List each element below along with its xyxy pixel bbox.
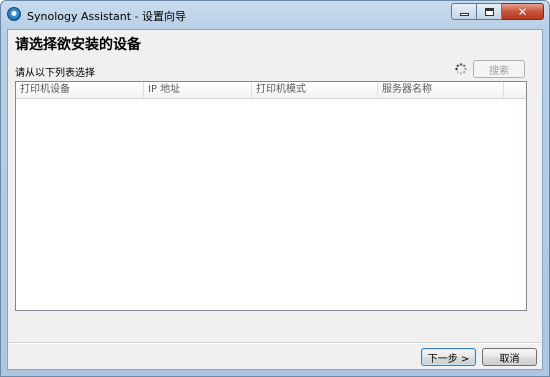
column-header-server-name[interactable]: 服务器名称 [378, 82, 504, 98]
wizard-content: 请选择欲安装的设备 请从以下列表选择 搜索 打印机设备 IP 地址 打印机模式 … [7, 29, 543, 370]
window-title: Synology Assistant - 设置向导 [27, 10, 187, 23]
maximize-icon [484, 7, 494, 16]
column-header-ip-address[interactable]: IP 地址 [144, 82, 252, 98]
minimize-button[interactable] [451, 3, 477, 20]
printer-device-list[interactable]: 打印机设备 IP 地址 打印机模式 服务器名称 [15, 81, 527, 311]
close-icon: ✕ [517, 4, 528, 19]
cancel-button[interactable]: 取消 [482, 348, 537, 366]
title-bar[interactable]: Synology Assistant - 设置向导 ✕ [1, 1, 549, 29]
footer-divider [8, 342, 542, 344]
maximize-button[interactable] [477, 3, 502, 20]
column-header-printer-device[interactable]: 打印机设备 [16, 82, 144, 98]
close-button[interactable]: ✕ [502, 3, 544, 20]
minimize-icon [459, 13, 469, 16]
loading-spinner-icon [455, 63, 467, 75]
wizard-window: Synology Assistant - 设置向导 ✕ 请选择欲安装的设备 请从… [0, 0, 550, 377]
list-header: 打印机设备 IP 地址 打印机模式 服务器名称 [16, 82, 526, 99]
next-button[interactable]: 下一步 > [421, 348, 476, 366]
search-button[interactable]: 搜索 [473, 60, 525, 78]
list-instruction: 请从以下列表选择 [15, 68, 95, 79]
column-header-filler [504, 82, 526, 98]
caption-buttons: ✕ [451, 3, 544, 20]
synology-assistant-icon [7, 7, 21, 21]
page-title: 请选择欲安装的设备 [15, 37, 141, 53]
column-header-printer-model[interactable]: 打印机模式 [252, 82, 378, 98]
